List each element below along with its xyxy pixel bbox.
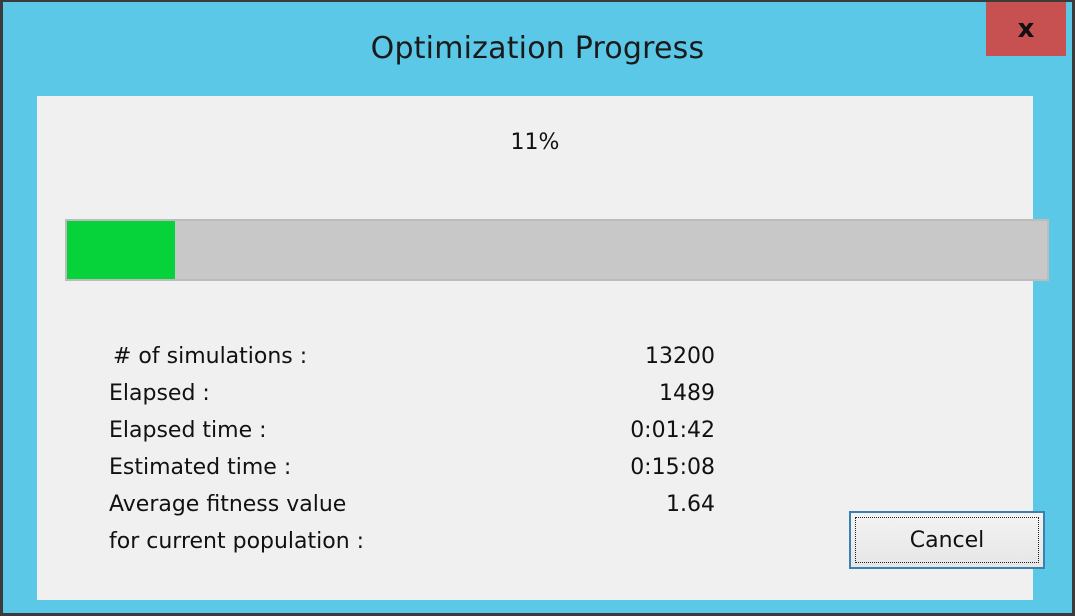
stat-value: 1.64 <box>666 492 715 517</box>
statistics-list: # of simulations : 13200 Elapsed : 1489 … <box>109 338 749 560</box>
stat-row-elapsed: Elapsed : 1489 <box>109 375 749 412</box>
stat-label: Estimated time : <box>109 455 292 480</box>
stat-row-average-fitness-continued: for current population : <box>109 523 749 560</box>
progress-bar-fill <box>67 221 175 279</box>
title-bar[interactable]: Optimization Progress x <box>3 0 1072 96</box>
stat-row-simulations: # of simulations : 13200 <box>109 338 749 375</box>
progress-percent: 11% <box>510 130 560 155</box>
stat-value: 0:15:08 <box>630 455 715 480</box>
close-icon: x <box>1017 14 1035 44</box>
stat-value: 13200 <box>645 344 715 369</box>
optimization-progress-dialog: Optimization Progress x 11% # of simulat… <box>0 0 1075 616</box>
dialog-title: Optimization Progress <box>370 31 705 66</box>
stat-row-elapsed-time: Elapsed time : 0:01:42 <box>109 412 749 449</box>
stat-label: # of simulations : <box>113 344 308 369</box>
stat-row-average-fitness: Average fitness value 1.64 <box>109 486 749 523</box>
progress-bar <box>65 219 1049 281</box>
stat-row-estimated-time: Estimated time : 0:15:08 <box>109 449 749 486</box>
stat-label: for current population : <box>109 529 365 554</box>
stat-label: Elapsed : <box>109 381 210 406</box>
stat-value: 1489 <box>659 381 715 406</box>
dialog-content: 11% # of simulations : 13200 Elapsed : 1… <box>37 96 1049 600</box>
cancel-button[interactable]: Cancel <box>849 511 1045 569</box>
stat-value: 0:01:42 <box>630 418 715 443</box>
close-button[interactable]: x <box>986 2 1066 56</box>
stat-label: Elapsed time : <box>109 418 267 443</box>
stat-label: Average fitness value <box>109 492 347 517</box>
